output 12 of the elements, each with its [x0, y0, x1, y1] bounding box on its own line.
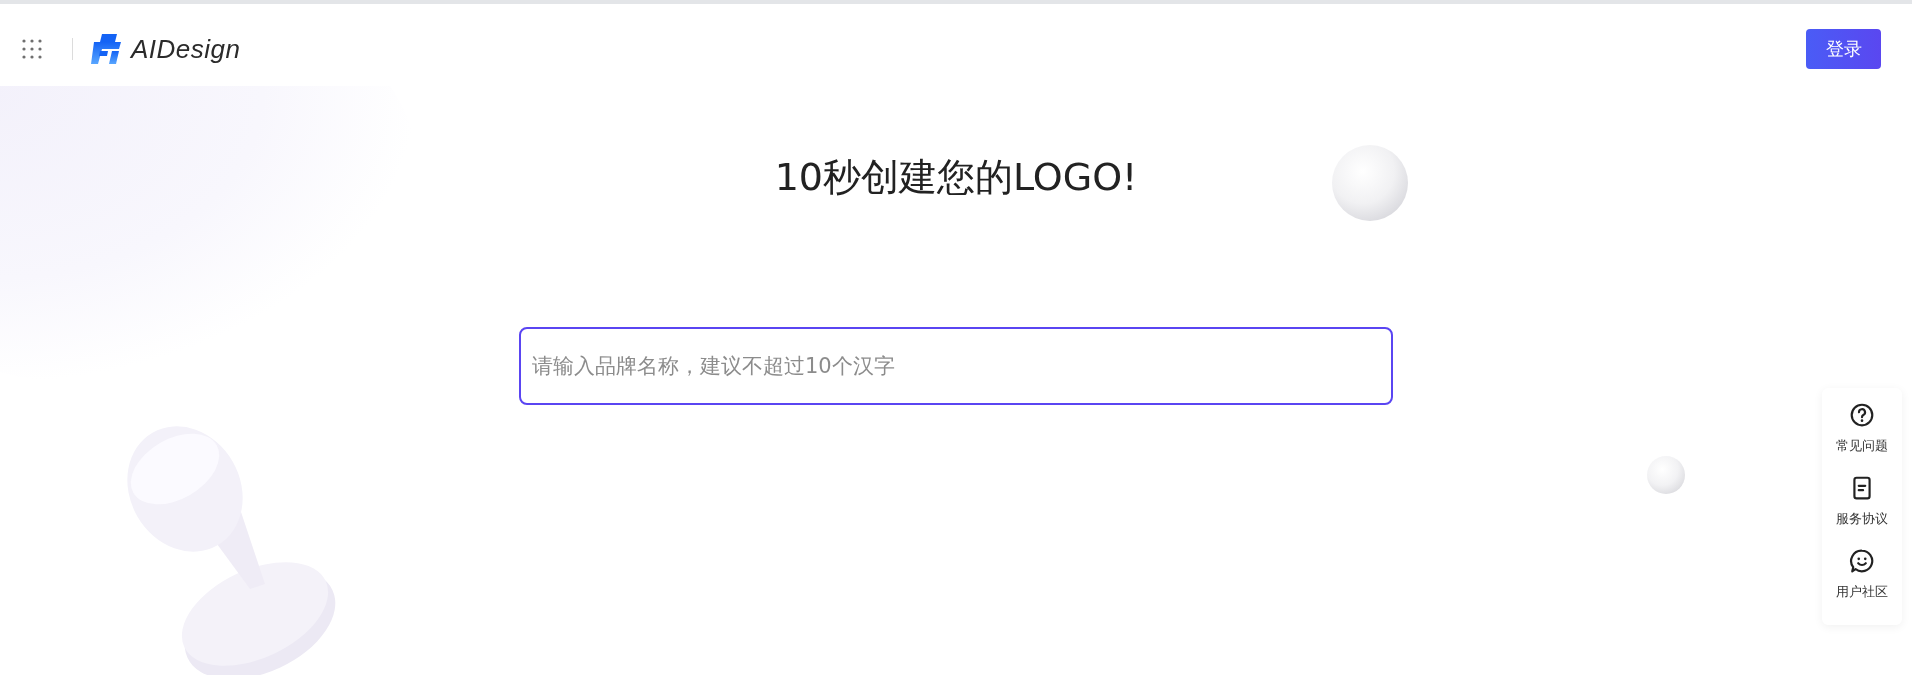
- chat-smiley-icon: [1849, 548, 1875, 574]
- apps-grid-icon[interactable]: [21, 38, 43, 60]
- brand-name-field[interactable]: 请输入品牌名称，建议不超过10个汉字: [519, 327, 1393, 405]
- sphere-drawing: [1645, 454, 1687, 496]
- login-button[interactable]: 登录: [1806, 29, 1881, 69]
- page-title: 10秒创建您的LOGO!: [774, 154, 1138, 201]
- logo-icon: [90, 34, 122, 64]
- brand-name: AIDesign: [131, 33, 241, 65]
- side-panel-link[interactable]: 用户社区: [1822, 542, 1902, 611]
- side-panel-link[interactable]: 服务协议: [1822, 469, 1902, 538]
- help-icon: [1849, 402, 1875, 428]
- side-panel-link[interactable]: 常见问题: [1822, 396, 1902, 465]
